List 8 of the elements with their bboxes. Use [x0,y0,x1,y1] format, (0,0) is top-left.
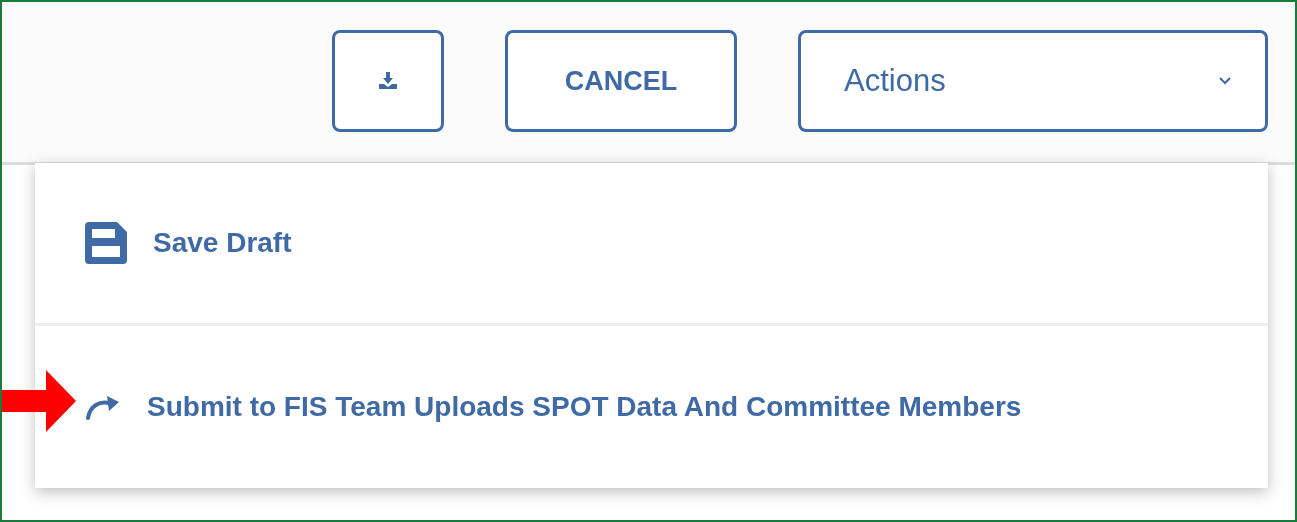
download-icon [378,72,398,90]
download-button[interactable] [332,30,444,132]
actions-dropdown[interactable]: Actions [798,30,1268,132]
menu-item[interactable]: Save Draft [35,163,1268,323]
save-icon [85,222,127,264]
cancel-button[interactable]: CANCEL [505,30,737,132]
chevron-icon [1219,77,1231,85]
redo-arrow-icon [85,394,121,420]
